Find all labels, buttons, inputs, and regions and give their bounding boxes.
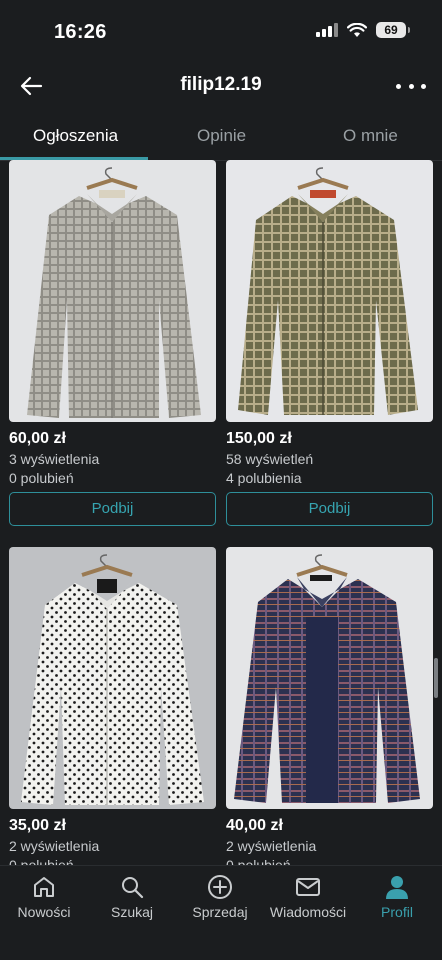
signal-icon (316, 23, 338, 37)
listing-views: 2 wyświetlenia (9, 838, 100, 854)
search-icon (122, 877, 144, 899)
bump-button[interactable]: Podbij (9, 492, 216, 526)
listing-views: 58 wyświetleń (226, 451, 314, 467)
wifi-icon (347, 22, 367, 37)
listing-card[interactable]: 40,00 zł 2 wyświetlenia 0 polubień (226, 547, 433, 866)
listings-grid: 60,00 zł 3 wyświetlenia 0 polubień Podbi… (0, 160, 442, 866)
listing-views: 2 wyświetlenia (226, 838, 317, 854)
listing-views: 3 wyświetlenia (9, 451, 100, 467)
listing-likes: 4 polubienia (226, 470, 302, 486)
listing-photo[interactable] (9, 547, 216, 809)
status-icons: 69 (316, 22, 410, 38)
listing-price: 150,00 zł (226, 430, 292, 447)
listing-photo[interactable] (9, 160, 216, 422)
bump-button[interactable]: Podbij (226, 492, 433, 526)
listing-price: 40,00 zł (226, 817, 283, 834)
more-dots-icon (396, 83, 401, 89)
listing-card[interactable]: 60,00 zł 3 wyświetlenia 0 polubień Podbi… (9, 160, 216, 526)
listing-card[interactable]: 150,00 zł 58 wyświetleń 4 polubienia Pod… (226, 160, 433, 526)
listing-photo[interactable] (226, 160, 433, 422)
more-options-button[interactable] (396, 72, 426, 100)
tab-reviews[interactable]: Opinie (197, 126, 246, 146)
nav-label: Sprzedaj (192, 904, 248, 920)
tab-about[interactable]: O mnie (343, 126, 398, 146)
scrollbar[interactable] (434, 658, 438, 698)
mail-icon (296, 878, 320, 896)
listing-likes: 0 polubień (9, 470, 74, 486)
listing-price: 35,00 zł (9, 817, 66, 834)
plus-circle-icon (208, 875, 232, 899)
bottom-nav: Nowości Szukaj Sprzedaj Wiadomości Profi… (0, 865, 442, 960)
tab-listings[interactable]: Ogłoszenia (33, 126, 118, 146)
profile-tabs: Ogłoszenia Opinie O mnie (0, 112, 442, 161)
nav-item-new[interactable]: Nowości (0, 874, 89, 920)
nav-label: Szukaj (110, 904, 154, 920)
nav-item-profile[interactable]: Profil (352, 874, 442, 920)
nav-item-search[interactable]: Szukaj (87, 874, 177, 920)
profile-icon (386, 876, 408, 899)
nav-label: Wiadomości (269, 904, 347, 920)
status-time: 16:26 (54, 21, 107, 43)
listing-photo[interactable] (226, 547, 433, 809)
header: filip12.19 (0, 64, 442, 108)
listing-price: 60,00 zł (9, 430, 66, 447)
nav-label: Profil (381, 904, 413, 920)
status-bar: 16:26 69 (0, 0, 442, 64)
listing-card[interactable]: 35,00 zł 2 wyświetlenia 0 polubień (9, 547, 216, 866)
nav-label: Nowości (17, 904, 71, 920)
home-icon (34, 877, 54, 897)
page-title: filip12.19 (180, 74, 262, 95)
nav-item-sell[interactable]: Sprzedaj (175, 874, 265, 920)
nav-item-messages[interactable]: Wiadomości (263, 874, 353, 920)
battery-indicator: 69 (376, 22, 410, 38)
